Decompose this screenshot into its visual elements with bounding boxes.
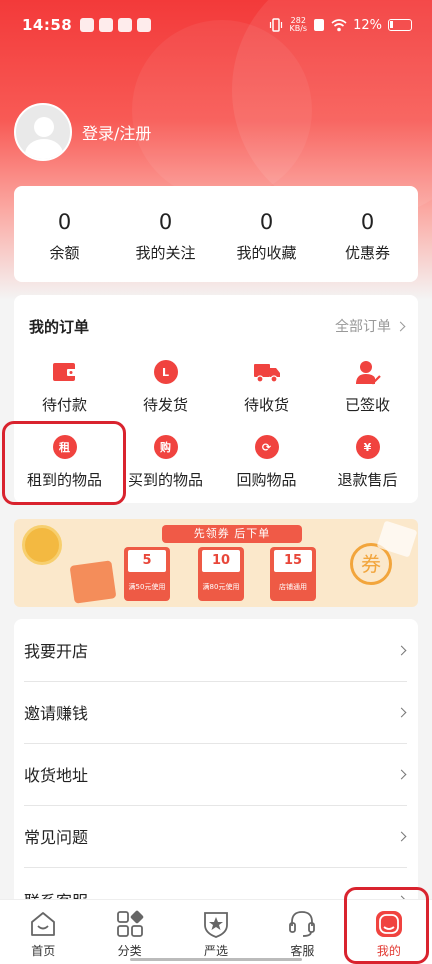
stat-label: 余额 [49,243,80,262]
stat-label: 我的收藏 [236,243,297,262]
stat-value: 0 [360,209,375,234]
order-pending-shipment[interactable]: L 待发货 [115,358,216,415]
order-label: 待收货 [243,396,289,414]
order-refund-aftersale[interactable]: ¥ 退款售后 [317,433,418,490]
order-label: 回购物品 [236,471,297,489]
order-pending-receipt[interactable]: 待收货 [216,358,317,415]
coin-icon [22,525,62,565]
coupon-ticket: 15 店铺通用 [270,547,316,601]
stat-following[interactable]: 0 我的关注 [115,186,216,282]
all-orders-label: 全部订单 [335,319,391,335]
order-label: 待付款 [41,396,87,414]
chevron-right-icon [396,707,407,717]
user-check-icon [354,358,382,386]
chevron-right-icon [396,645,407,655]
coupon-banner[interactable]: 先领券 后下单 5 满50元使用 10 满80元使用 15 店铺通用 券 [14,519,418,607]
refresh-icon: ⟳ [253,433,281,461]
order-label: 待发货 [142,396,188,414]
order-bought-items[interactable]: 购 买到的物品 [115,433,216,490]
coupon-condition: 满50元使用 [128,583,166,591]
highlight-box [344,887,429,964]
menu-shipping-address[interactable]: 收货地址 [14,743,418,805]
coupon-ticket: 10 满80元使用 [198,547,244,601]
tab-label: 分类 [117,944,142,958]
menu-open-store[interactable]: 我要开店 [14,619,418,681]
headset-icon [287,909,317,939]
stat-value: 0 [259,209,274,234]
app-icon [118,18,133,32]
coupon-condition: 满80元使用 [202,583,240,591]
coupon-value: 5 [128,550,166,572]
all-orders-link[interactable]: 全部订单 [335,316,406,336]
category-icon [115,909,145,939]
highlight-box [2,421,126,505]
banner-headline: 先领券 后下单 [162,525,302,543]
tiktok-icon [99,18,114,32]
stats-card: 0 余额 0 我的关注 0 我的收藏 0 优惠券 [14,186,418,282]
stat-favorites[interactable]: 0 我的收藏 [216,186,317,282]
menu-invite-earn[interactable]: 邀请赚钱 [14,681,418,743]
yen-icon: ¥ [354,433,382,461]
tab-category[interactable]: 分类 [86,900,172,964]
speed-unit: KB/s [289,24,308,33]
chevron-right-icon [396,831,407,841]
message-icon [137,18,152,32]
menu-label: 收货地址 [24,766,89,785]
order-pending-payment[interactable]: 待付款 [14,358,115,415]
divider [24,867,407,868]
tab-label: 严选 [204,944,229,958]
buy-icon: 购 [152,433,180,461]
wifi-icon [331,19,347,32]
sim-icon [314,19,325,31]
avatar[interactable] [14,103,72,161]
wallet-icon [51,358,79,386]
weibo-icon [80,18,95,32]
system-indicators: 282 KB/s 12% [269,17,412,33]
battery-percent: 12% [353,17,382,33]
stat-balance[interactable]: 0 余额 [14,186,115,282]
tab-selection[interactable]: 严选 [173,900,259,964]
order-label: 退款售后 [337,471,398,489]
order-label: 买到的物品 [127,471,203,489]
settings-menu: 我要开店 邀请赚钱 收货地址 常见问题 联系客服 [14,619,418,919]
profile-header[interactable]: 登录/注册 [14,103,151,161]
menu-label: 邀请赚钱 [24,704,89,723]
order-label: 已签收 [344,396,390,414]
gift-bag-icon [69,560,117,604]
stat-value: 0 [57,209,72,234]
network-speed: 282 KB/s [289,17,307,33]
coupon-value: 10 [202,550,240,572]
coupon-condition: 店铺通用 [279,583,307,591]
tab-home[interactable]: 首页 [0,900,86,964]
stat-coupons[interactable]: 0 优惠券 [317,186,418,282]
notification-icons [80,18,152,32]
home-icon [28,909,58,939]
stat-label: 优惠券 [344,243,390,262]
tab-customer-service[interactable]: 客服 [259,900,345,964]
tab-label: 首页 [31,944,56,958]
order-buyback-items[interactable]: ⟳ 回购物品 [216,433,317,490]
clock-icon: L [152,358,180,386]
orders-title: 我的订单 [29,318,90,336]
menu-label: 常见问题 [24,828,89,847]
menu-faq[interactable]: 常见问题 [14,805,418,867]
order-signed[interactable]: 已签收 [317,358,418,415]
stat-value: 0 [158,209,173,234]
stat-label: 我的关注 [135,243,196,262]
star-shield-icon [201,909,231,939]
chevron-right-icon [395,321,406,331]
chevron-right-icon [396,769,407,779]
battery-icon [388,19,412,31]
tab-label: 客服 [290,944,315,958]
login-register-link[interactable]: 登录/注册 [82,120,151,144]
status-time: 14:58 [22,16,73,34]
vibrate-icon [270,18,283,32]
coupon-value: 15 [274,550,312,572]
status-bar: 14:58 282 KB/s 12% [0,0,432,50]
coupon-ticket: 5 满50元使用 [124,547,170,601]
truck-icon [253,358,281,386]
home-indicator[interactable] [130,958,302,961]
menu-label: 我要开店 [24,642,89,661]
